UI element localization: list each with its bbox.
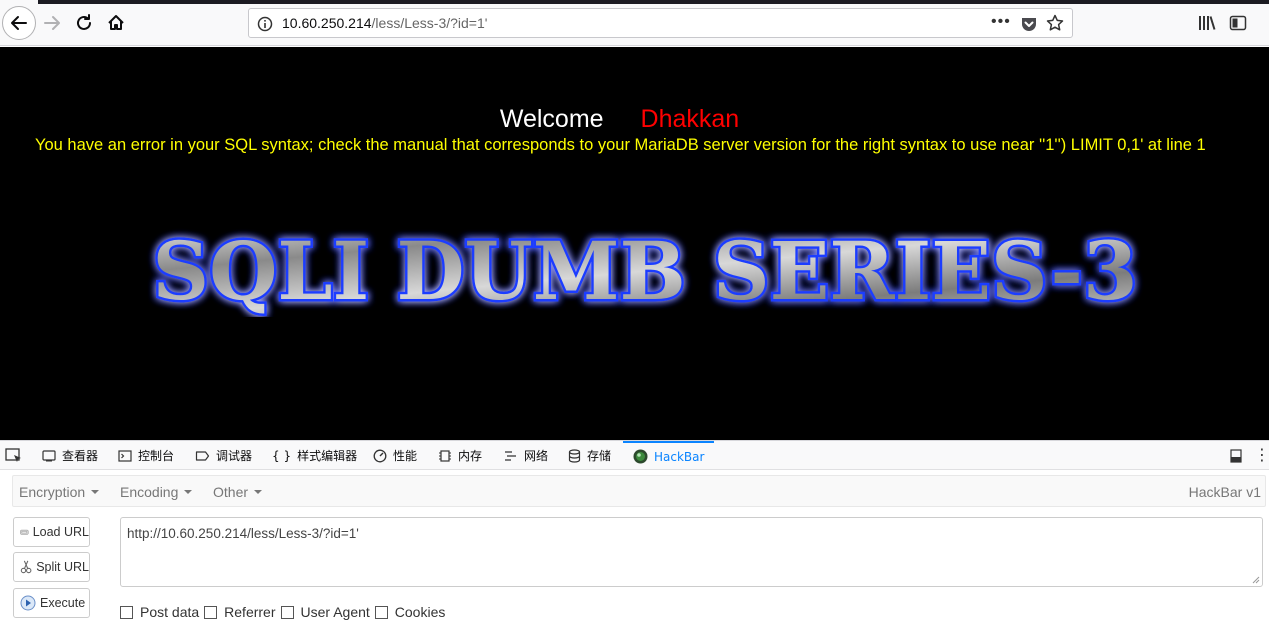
caret-down-icon	[91, 490, 100, 494]
tab-style-editor-label: 样式编辑器	[297, 449, 358, 463]
cookies-checkbox[interactable]	[374, 605, 388, 619]
welcome-name: Dhakkan	[640, 105, 740, 133]
info-icon[interactable]	[257, 16, 273, 32]
reload-button[interactable]	[69, 8, 99, 38]
encoding-menu[interactable]: Encoding	[120, 484, 193, 500]
scissors-icon	[20, 560, 32, 574]
performance-icon	[373, 449, 387, 462]
load-url-button[interactable]: Load URL	[13, 517, 90, 547]
tab-network[interactable]: 网络	[504, 441, 548, 470]
window-titlebar-strip	[38, 0, 1269, 4]
tab-console-label: 控制台	[138, 449, 175, 463]
url-bar[interactable]: 10.60.250.214/less/Less-3/?id=1' •••	[248, 8, 1073, 38]
tab-style-editor[interactable]: { } 样式编辑器	[272, 441, 357, 470]
hackbar-menubar: Encryption Encoding Other HackBar v1	[12, 475, 1266, 507]
browser-toolbar: 10.60.250.214/less/Less-3/?id=1' •••	[0, 0, 1269, 46]
tab-memory[interactable]: 内存	[438, 441, 482, 470]
referrer-checkbox[interactable]	[204, 605, 218, 619]
tab-inspector[interactable]: 查看器	[42, 441, 98, 470]
bookmark-star-icon[interactable]	[1046, 14, 1064, 32]
tab-storage-label: 存储	[587, 449, 612, 463]
split-url-button[interactable]: Split URL	[13, 552, 90, 582]
caret-down-icon	[184, 490, 193, 494]
play-icon	[20, 595, 36, 611]
tab-memory-label: 内存	[458, 449, 483, 463]
tab-inspector-label: 查看器	[62, 449, 99, 463]
back-button[interactable]	[2, 6, 36, 40]
encryption-menu-label: Encryption	[19, 484, 86, 500]
home-button[interactable]	[101, 8, 131, 38]
home-icon	[108, 15, 124, 30]
reload-icon	[77, 14, 91, 30]
resize-grip-icon[interactable]	[1251, 575, 1260, 584]
tab-debugger-label: 调试器	[216, 449, 253, 463]
execute-label: Execute	[40, 596, 86, 610]
tab-storage[interactable]: 存储	[568, 441, 611, 470]
inspector-icon	[42, 449, 56, 461]
memory-icon	[439, 449, 451, 462]
pocket-icon[interactable]	[1020, 15, 1038, 33]
hackbar-options: Post data Referrer User Agent Cookies	[120, 604, 450, 620]
network-icon	[505, 450, 516, 461]
post-data-checkbox[interactable]	[120, 605, 133, 619]
load-url-label: Load URL	[32, 525, 89, 539]
devtools-menu-button[interactable]: ⋮	[1254, 445, 1269, 464]
tab-performance-label: 性能	[393, 449, 418, 463]
tab-hackbar-label: HackBar	[654, 449, 705, 464]
url-text[interactable]: 10.60.250.214/less/Less-3/?id=1'	[282, 15, 487, 31]
page-actions-menu[interactable]: •••	[991, 13, 1011, 31]
library-icon[interactable]	[1198, 14, 1216, 32]
tab-hackbar[interactable]: HackBar	[623, 441, 715, 470]
post-data-label: Post data	[140, 604, 200, 620]
user-agent-label: User Agent	[300, 604, 370, 620]
hackbar-panel: Encryption Encoding Other HackBar v1 Loa…	[0, 471, 1269, 630]
forward-button[interactable]	[37, 8, 67, 38]
element-picker-icon[interactable]	[5, 448, 23, 464]
execute-button[interactable]: Execute	[13, 588, 90, 618]
other-menu[interactable]: Other	[213, 484, 263, 500]
hackbar-url-textarea[interactable]: http://10.60.250.214/less/Less-3/?id=1'	[120, 517, 1263, 587]
cookies-label: Cookies	[394, 604, 446, 620]
devtools-tabbar: 查看器 控制台 调试器 { } 样式编辑器 性能 内存 网络 存储 HackBa…	[0, 440, 1269, 470]
user-agent-checkbox[interactable]	[280, 605, 294, 619]
referrer-label: Referrer	[224, 604, 276, 620]
hackbar-url-value: http://10.60.250.214/less/Less-3/?id=1'	[127, 526, 359, 541]
tab-network-label: 网络	[524, 449, 549, 463]
forward-icon	[44, 16, 60, 30]
series-banner-image: SQLI DUMB SERIES-3	[150, 222, 1140, 318]
back-icon	[11, 16, 27, 30]
url-path: /less/Less-3/?id=1'	[371, 15, 488, 31]
tab-performance[interactable]: 性能	[373, 441, 417, 470]
banner-text: SQLI DUMB SERIES-3	[153, 224, 1138, 317]
caret-down-icon	[254, 490, 263, 494]
tab-console[interactable]: 控制台	[118, 441, 174, 470]
load-url-icon	[20, 529, 29, 535]
tab-debugger[interactable]: 调试器	[195, 441, 252, 470]
hackbar-icon	[633, 449, 648, 464]
encryption-menu[interactable]: Encryption	[19, 484, 100, 500]
hackbar-version: HackBar v1	[1188, 484, 1261, 500]
sidebar-icon[interactable]	[1229, 14, 1247, 32]
sql-error-message: You have an error in your SQL syntax; ch…	[35, 136, 1206, 154]
page-content: Welcome Dhakkan You have an error in you…	[0, 47, 1269, 440]
other-menu-label: Other	[213, 484, 249, 500]
split-url-label: Split URL	[36, 560, 89, 574]
welcome-line: Welcome Dhakkan	[0, 105, 1269, 134]
url-host: 10.60.250.214	[282, 15, 372, 31]
dock-side-icon[interactable]	[1230, 449, 1242, 463]
encoding-menu-label: Encoding	[120, 484, 179, 500]
console-icon	[118, 449, 132, 462]
storage-icon	[568, 448, 581, 463]
welcome-label: Welcome	[499, 105, 604, 133]
style-editor-icon: { }	[272, 448, 292, 463]
debugger-icon	[195, 450, 210, 461]
